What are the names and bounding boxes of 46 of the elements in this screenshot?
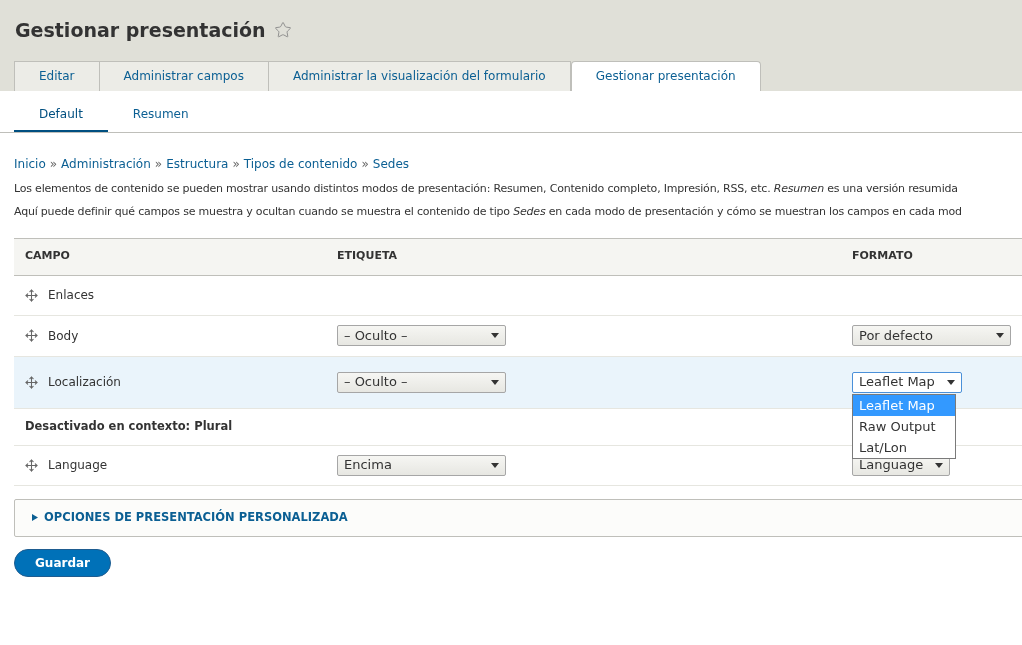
save-button[interactable]: Guardar <box>14 548 111 577</box>
secondary-tab[interactable]: Default <box>14 104 108 132</box>
tab[interactable]: Administrar la visualización del formulario <box>267 60 571 91</box>
tab[interactable]: Gestionar presentación <box>570 60 761 91</box>
breadcrumb-link[interactable]: Sedes <box>372 154 410 173</box>
caret-icon <box>946 379 955 385</box>
expand-icon[interactable] <box>32 514 38 521</box>
breadcrumb-link[interactable]: Estructura <box>166 154 229 173</box>
tab[interactable]: Editar <box>14 60 100 91</box>
select-field[interactable]: – Oculto – <box>337 325 506 346</box>
details-summary[interactable]: OPCIONES DE PRESENTACIÓN PERSONALIZADA <box>44 508 348 527</box>
select-field[interactable]: – Oculto – <box>337 371 506 393</box>
field-name: Language <box>48 457 108 474</box>
drag-handle-icon[interactable] <box>25 375 38 389</box>
tab[interactable]: Administrar campos <box>98 60 269 91</box>
breadcrumb-link[interactable]: Administración <box>61 154 151 173</box>
breadcrumb-separator: » <box>49 155 58 173</box>
page-title: Gestionar presentación <box>15 18 266 43</box>
field-name: Localización <box>48 374 121 391</box>
drag-handle-icon[interactable] <box>25 458 38 472</box>
caret-icon <box>491 333 499 338</box>
select-field[interactable]: Encima <box>337 454 506 476</box>
breadcrumb-separator: » <box>154 155 163 173</box>
caret-icon <box>996 333 1004 338</box>
select-field[interactable]: Por defecto <box>852 325 1011 346</box>
field-name: Body <box>48 327 79 345</box>
section-label: Desactivado en contexto: Plural <box>25 417 233 435</box>
description-text: Aquí puede definir qué campos se muestra y ocultan cuando se muestra el contenido de tipo Sedes en cada modo de presentación y cómo se muestran los campos en cada mod <box>14 204 962 219</box>
description-text: Los elementos de contenido se pueden mostrar usando distintos modos de presentación: Resumen, Contenido completo, Impresión, RSS, etc. Resumen es una versión resumida <box>14 181 958 196</box>
field-name: Enlaces <box>48 287 95 304</box>
star-icon[interactable] <box>273 21 292 40</box>
breadcrumb-separator: » <box>232 155 240 173</box>
breadcrumb-link[interactable]: Inicio <box>14 154 46 173</box>
drag-handle-icon[interactable] <box>25 329 38 342</box>
drag-handle-icon[interactable] <box>25 288 38 302</box>
select-field[interactable]: Leaflet Map <box>852 371 962 393</box>
column-header: CAMPO <box>24 248 71 265</box>
dropdown-option[interactable]: Raw Output <box>853 415 955 437</box>
column-header: ETIQUETA <box>337 248 399 265</box>
column-header: FORMATO <box>852 248 914 265</box>
caret-icon <box>935 462 944 468</box>
caret-icon <box>491 379 499 385</box>
caret-icon <box>491 462 499 468</box>
breadcrumb-link[interactable]: Tipos de contenido <box>243 154 358 173</box>
breadcrumb-separator: » <box>361 155 369 173</box>
secondary-tab[interactable]: Resumen <box>107 104 214 132</box>
